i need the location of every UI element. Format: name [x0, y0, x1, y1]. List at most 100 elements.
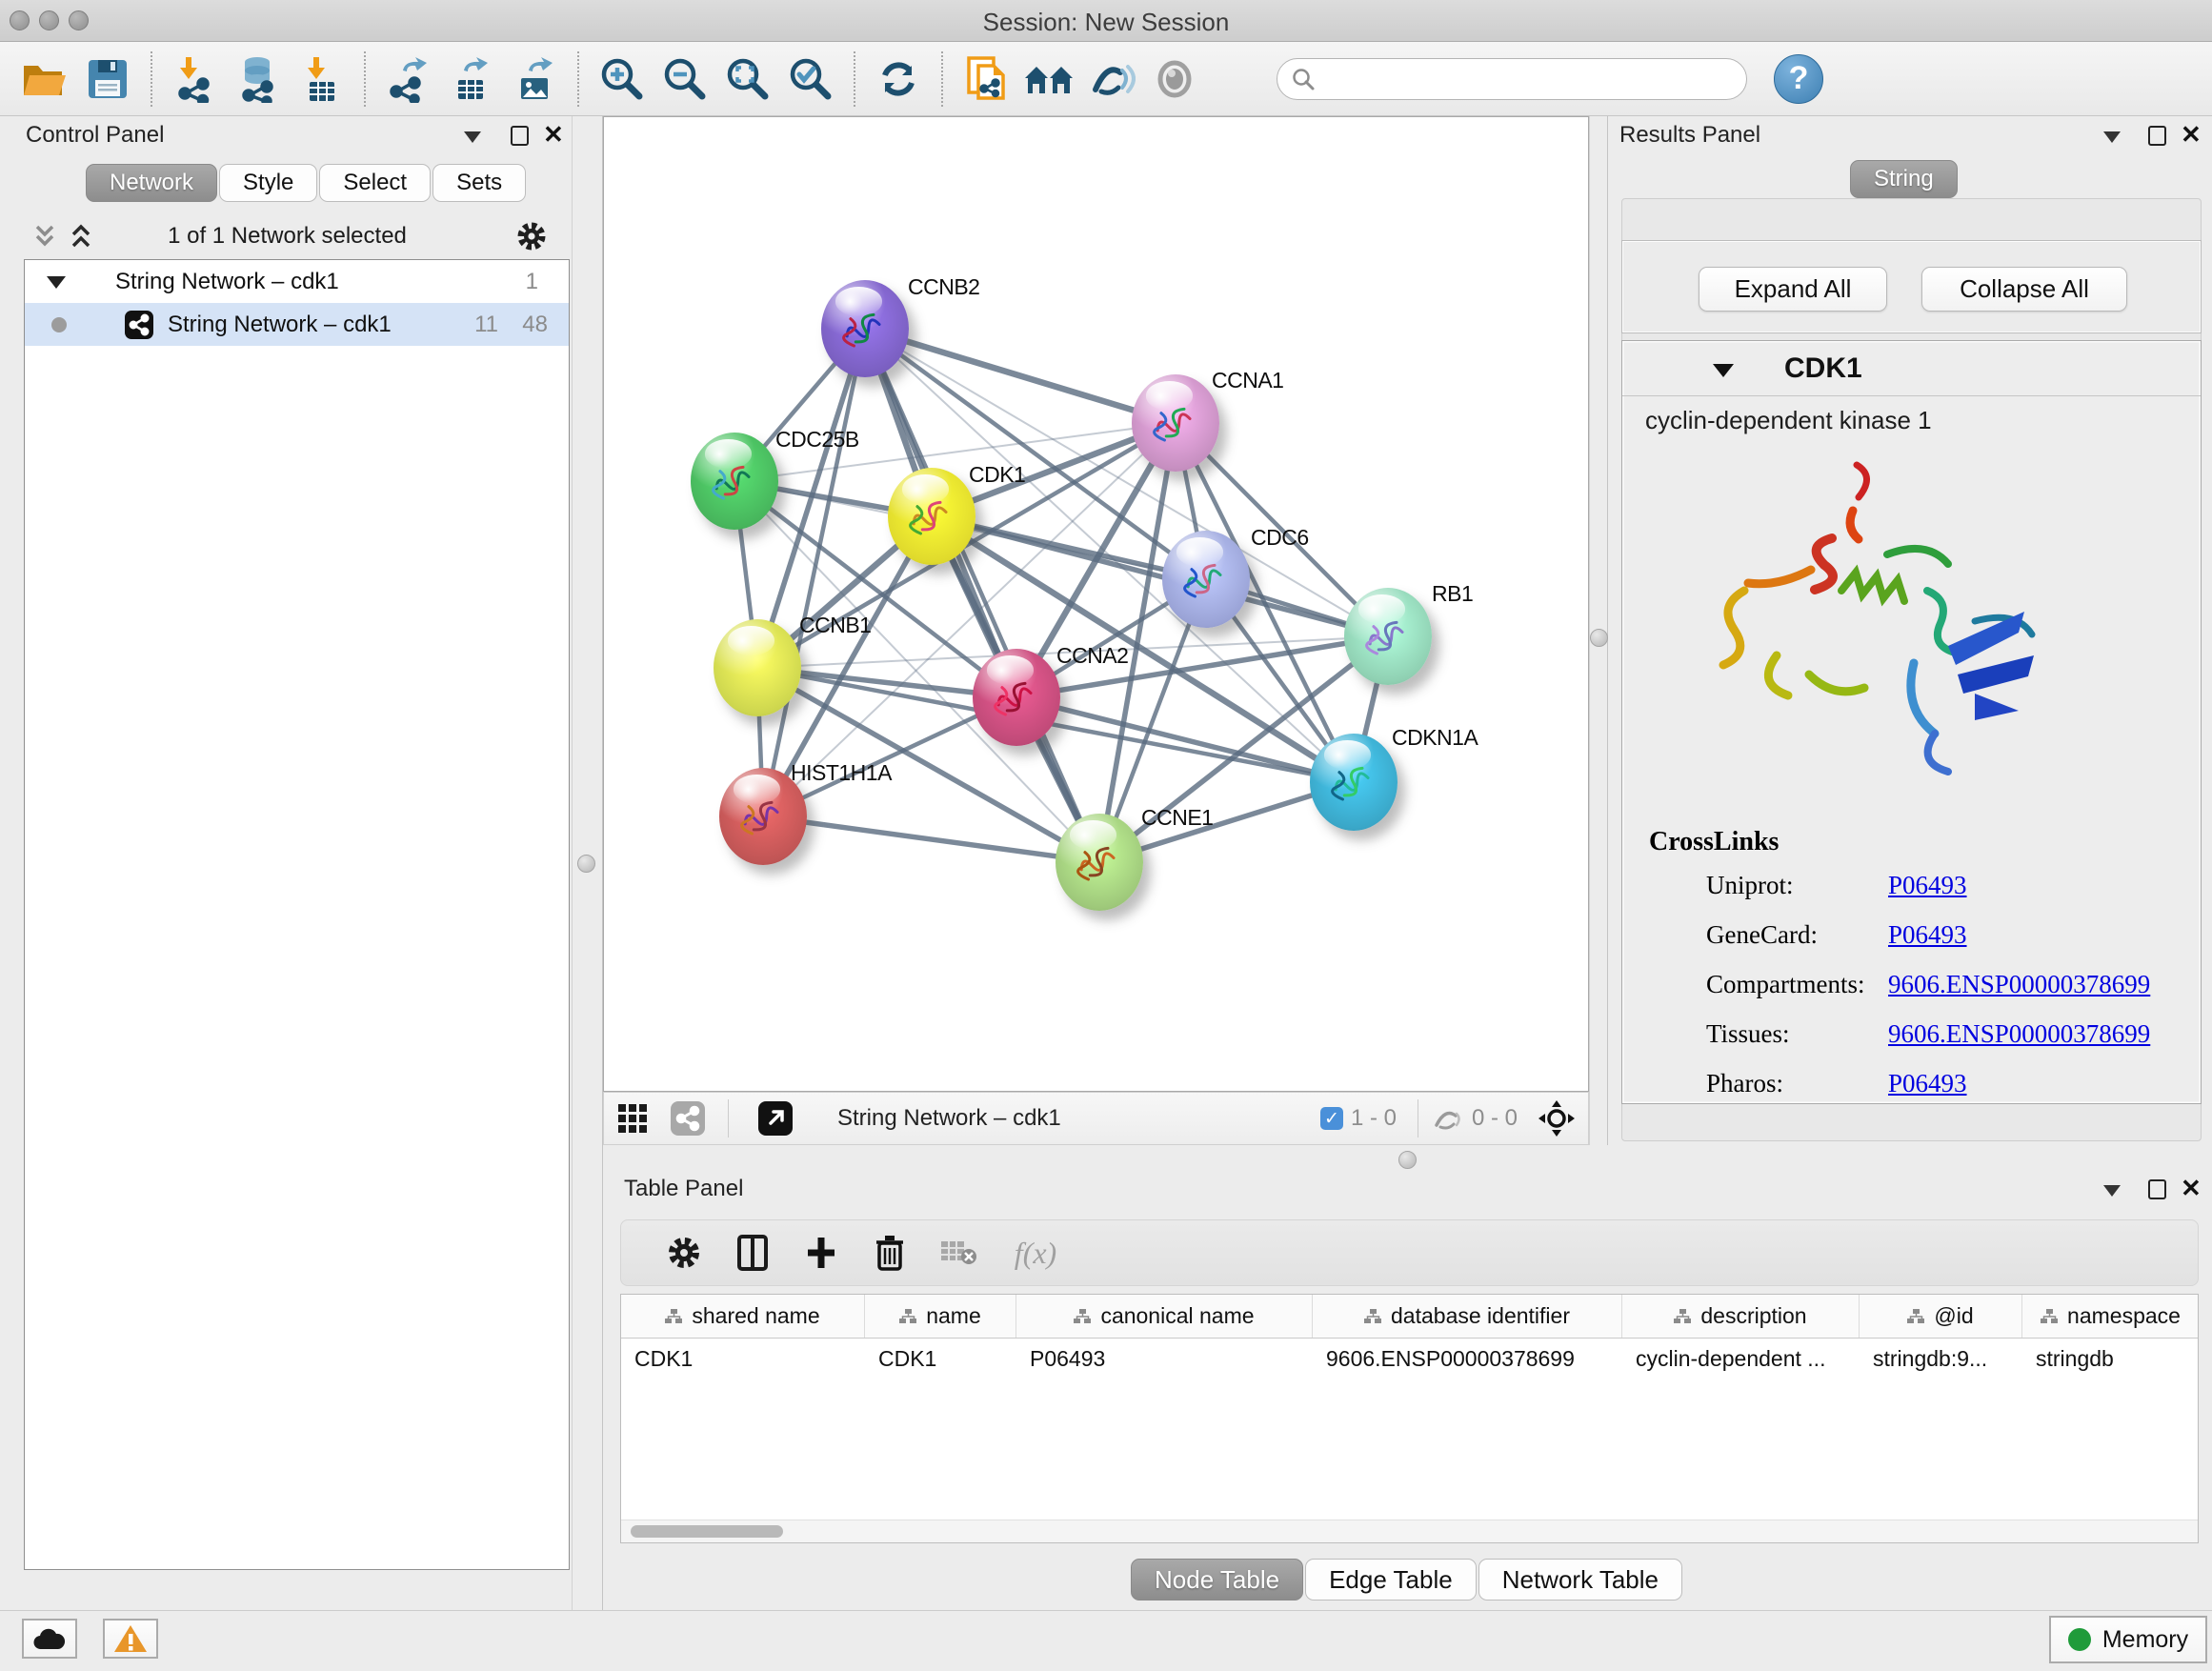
- crosslink-link[interactable]: P06493: [1888, 1069, 1967, 1098]
- table-cell[interactable]: P06493: [1016, 1339, 1313, 1380]
- column-header-namespace[interactable]: namespace: [2022, 1295, 2199, 1338]
- function-builder-button[interactable]: f(x): [993, 1236, 1078, 1271]
- open-session-button[interactable]: [13, 50, 76, 109]
- string-glasses-button[interactable]: [1080, 50, 1143, 109]
- zoom-out-button[interactable]: [654, 50, 716, 109]
- expand-all-button[interactable]: Expand All: [1699, 267, 1887, 312]
- column-header-database-identifier[interactable]: database identifier: [1313, 1295, 1622, 1338]
- tab-string[interactable]: String: [1850, 160, 1958, 198]
- tab-network-table[interactable]: Network Table: [1478, 1559, 1682, 1601]
- collapse-section-icon[interactable]: [1713, 364, 1734, 377]
- export-image-button[interactable]: [503, 50, 566, 109]
- gear-icon[interactable]: [514, 219, 549, 253]
- panel-close-icon[interactable]: [2181, 1176, 2202, 1200]
- birds-eye-view-button[interactable]: [604, 1102, 661, 1135]
- scrollbar-thumb[interactable]: [631, 1525, 783, 1538]
- pan-mode-button[interactable]: [1525, 1099, 1588, 1137]
- network-node-cdc6[interactable]: [1162, 531, 1250, 628]
- splitter-handle[interactable]: [1590, 629, 1608, 647]
- network-node-cdc25b[interactable]: [691, 433, 778, 530]
- tab-style[interactable]: Style: [219, 164, 317, 202]
- open-in-window-button[interactable]: [742, 1100, 809, 1137]
- cloud-status-button[interactable]: [22, 1619, 77, 1659]
- column-header--id[interactable]: @id: [1860, 1295, 2022, 1338]
- table-row[interactable]: CDK1CDK1P064939606.ENSP00000378699cyclin…: [621, 1339, 2198, 1380]
- search-input[interactable]: [1325, 66, 1733, 92]
- create-column-button[interactable]: [787, 1234, 855, 1272]
- column-header-canonical-name[interactable]: canonical name: [1016, 1295, 1313, 1338]
- panel-float-icon[interactable]: [2148, 1179, 2166, 1199]
- table-cell[interactable]: CDK1: [621, 1339, 865, 1380]
- grey-eye-button[interactable]: [1143, 50, 1206, 109]
- panel-float-icon[interactable]: [2148, 126, 2166, 146]
- import-network-file-button[interactable]: [164, 50, 227, 109]
- protein-structure-thumbnail: [988, 670, 1045, 727]
- show-columns-button[interactable]: [718, 1234, 787, 1272]
- table-cell[interactable]: cyclin-dependent ...: [1622, 1339, 1860, 1380]
- network-node-ccne1[interactable]: [1056, 814, 1143, 911]
- network-node-rb1[interactable]: [1344, 588, 1432, 685]
- table-cell[interactable]: stringdb: [2022, 1339, 2199, 1380]
- crosslink-label: Tissues:: [1706, 1019, 1790, 1049]
- refresh-button[interactable]: [867, 50, 930, 109]
- tab-network[interactable]: Network: [86, 164, 217, 202]
- hidden-eye-icon[interactable]: [1432, 1104, 1464, 1133]
- crosslink-link[interactable]: P06493: [1888, 871, 1967, 900]
- tab-select[interactable]: Select: [319, 164, 431, 202]
- memory-button[interactable]: Memory: [2049, 1616, 2207, 1663]
- right-splitter[interactable]: [1589, 116, 1608, 1145]
- horizontal-splitter-handle[interactable]: [1398, 1151, 1417, 1169]
- clone-network-button[interactable]: [955, 50, 1017, 109]
- zoom-in-button[interactable]: [591, 50, 654, 109]
- table-cell[interactable]: CDK1: [865, 1339, 1016, 1380]
- panel-close-icon[interactable]: [2181, 122, 2202, 147]
- horizontal-scrollbar[interactable]: [621, 1520, 2198, 1542]
- crosslink-link[interactable]: 9606.ENSP00000378699: [1888, 1019, 2150, 1049]
- table-cell[interactable]: stringdb:9...: [1860, 1339, 2022, 1380]
- selected-checkbox[interactable]: [1320, 1107, 1343, 1130]
- tab-edge-table[interactable]: Edge Table: [1305, 1559, 1477, 1601]
- import-network-database-button[interactable]: [227, 50, 290, 109]
- column-header-shared-name[interactable]: shared name: [621, 1295, 865, 1338]
- panel-menu-caret-icon[interactable]: [2103, 1185, 2121, 1197]
- zoom-selected-button[interactable]: [779, 50, 842, 109]
- crosslink-link[interactable]: P06493: [1888, 920, 1967, 950]
- import-table-button[interactable]: [290, 50, 352, 109]
- splitter-handle[interactable]: [577, 855, 595, 873]
- panel-menu-caret-icon[interactable]: [2103, 131, 2121, 143]
- delete-table-button[interactable]: [924, 1238, 993, 1268]
- table-settings-button[interactable]: [650, 1235, 718, 1271]
- zoom-fit-button[interactable]: [716, 50, 779, 109]
- crosslink-link[interactable]: 9606.ENSP00000378699: [1888, 970, 2150, 999]
- column-header-label: shared name: [692, 1303, 819, 1329]
- tab-sets[interactable]: Sets: [432, 164, 526, 202]
- left-splitter[interactable]: [572, 116, 603, 1610]
- panel-close-icon[interactable]: [543, 122, 564, 147]
- save-session-button[interactable]: [76, 50, 139, 109]
- panel-menu-caret-icon[interactable]: [464, 131, 481, 143]
- delete-column-button[interactable]: [855, 1234, 924, 1272]
- network-node-cdk1[interactable]: [888, 468, 975, 565]
- column-header-description[interactable]: description: [1622, 1295, 1860, 1338]
- tree-expand-icon[interactable]: [47, 276, 66, 289]
- network-view[interactable]: CCNB2CCNA1CDC25BCDK1CDC6RB1CCNB1CCNA2CDK…: [603, 116, 1589, 1092]
- network-node-ccna2[interactable]: [973, 649, 1060, 746]
- network-collection-row[interactable]: String Network – cdk1 1: [25, 260, 569, 303]
- network-row[interactable]: String Network – cdk1 11 48: [25, 303, 569, 346]
- protein-header-row[interactable]: CDK1: [1622, 341, 2201, 396]
- tab-node-table[interactable]: Node Table: [1131, 1559, 1303, 1601]
- network-node-ccnb2[interactable]: [821, 280, 909, 377]
- export-network-button[interactable]: [377, 50, 440, 109]
- network-node-cdkn1a[interactable]: [1310, 734, 1398, 831]
- network-node-ccnb1[interactable]: [714, 619, 801, 716]
- export-table-button[interactable]: [440, 50, 503, 109]
- help-button[interactable]: ?: [1774, 54, 1823, 104]
- collapse-all-button[interactable]: Collapse All: [1921, 267, 2127, 312]
- column-header-name[interactable]: name: [865, 1295, 1016, 1338]
- string-home-button[interactable]: [1017, 50, 1080, 109]
- string-style-button[interactable]: [661, 1101, 714, 1136]
- panel-float-icon[interactable]: [511, 126, 529, 146]
- table-cell[interactable]: 9606.ENSP00000378699: [1313, 1339, 1622, 1380]
- warning-status-button[interactable]: [103, 1619, 158, 1659]
- network-node-ccna1[interactable]: [1132, 374, 1219, 472]
